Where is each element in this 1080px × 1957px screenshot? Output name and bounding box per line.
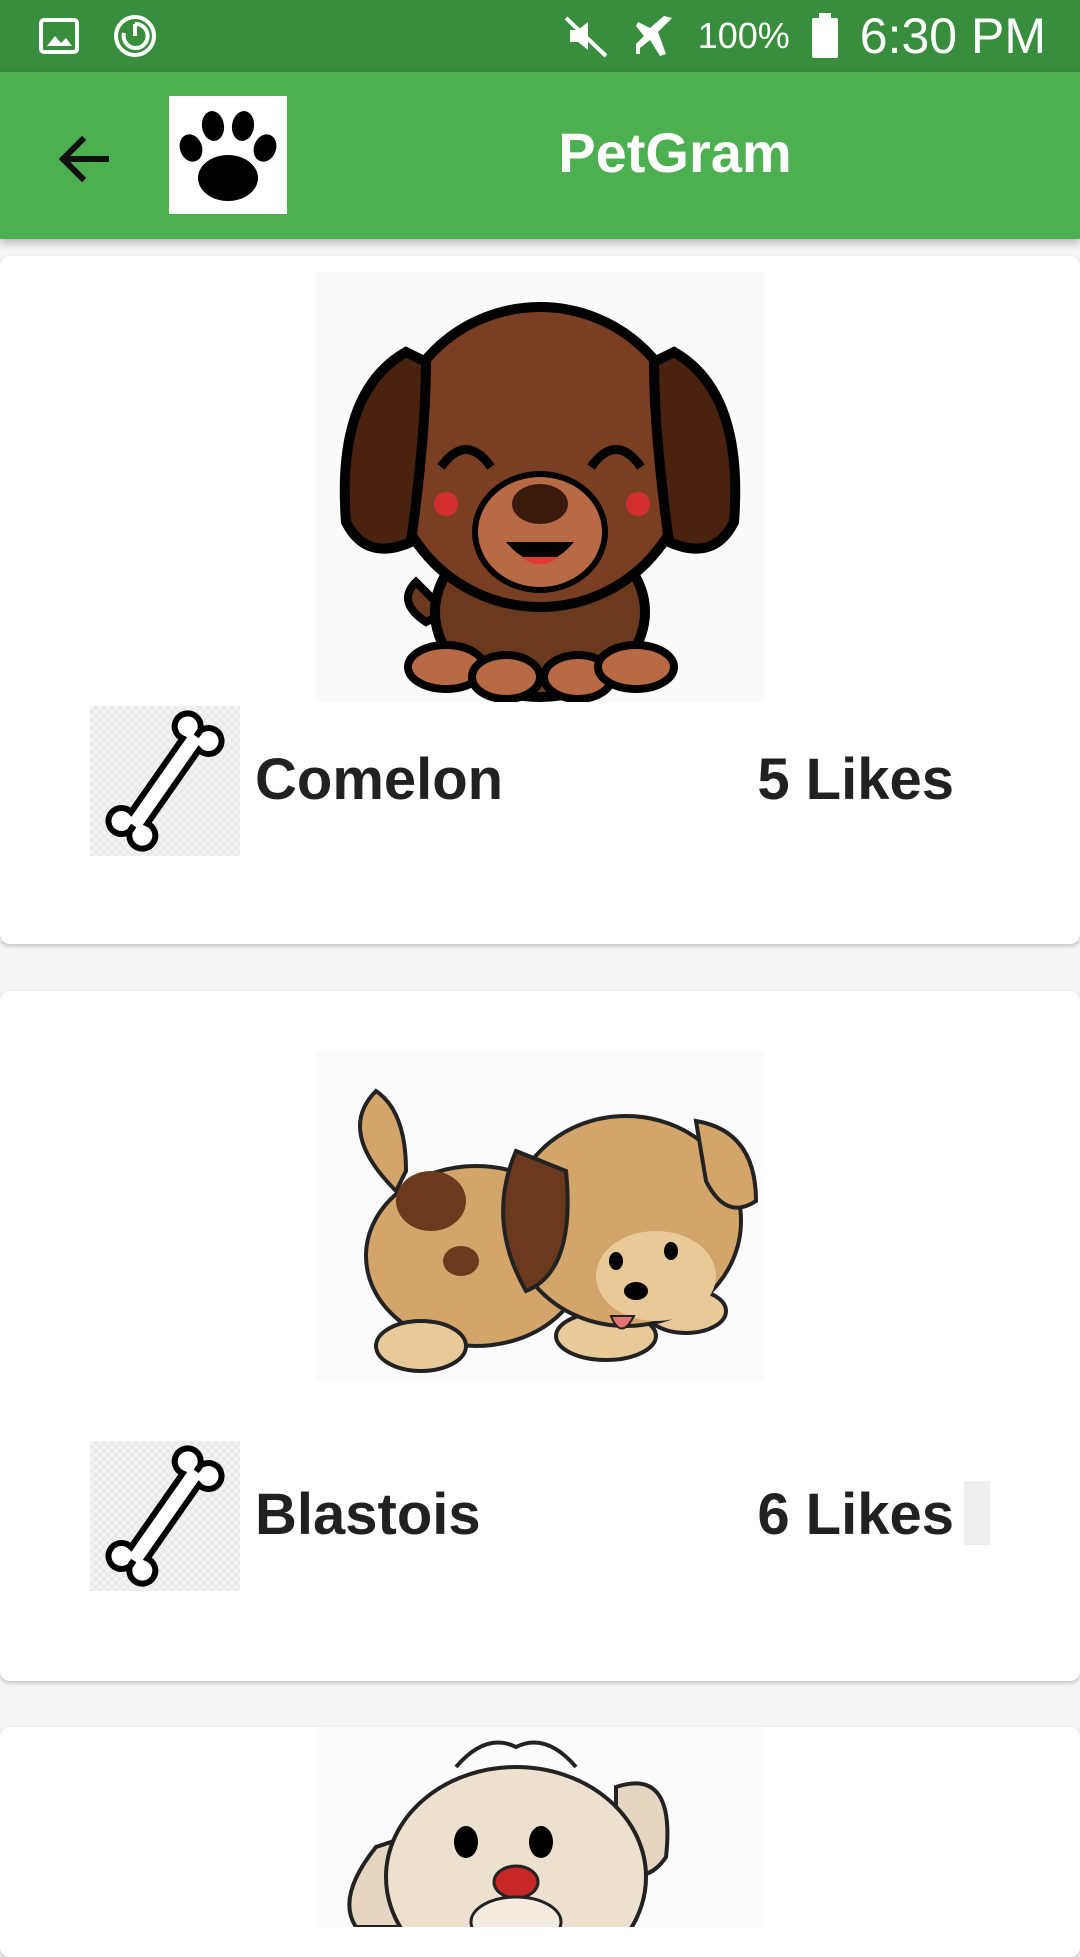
bone-icon xyxy=(105,1445,225,1587)
pet-card: Blastois 6 Likes xyxy=(0,991,1080,1681)
pet-name: Comelon xyxy=(255,747,504,812)
airplane-icon xyxy=(635,16,672,56)
pet-card: Comelon 5 Likes xyxy=(0,256,1080,944)
status-time: 6:30 PM xyxy=(859,8,1046,64)
like-button[interactable] xyxy=(90,706,240,856)
fluffy-puppy-image xyxy=(316,1727,764,1927)
back-button[interactable] xyxy=(50,124,120,194)
pet-info-row: Blastois 6 Likes xyxy=(90,1441,990,1591)
paw-icon xyxy=(179,111,277,201)
likes-indicator xyxy=(964,1481,990,1545)
status-bar: 100% 6:30 PM xyxy=(0,0,1080,72)
app-bar: PetGram xyxy=(0,72,1080,239)
battery-icon xyxy=(811,13,838,58)
status-right: 100% 6:30 PM xyxy=(562,0,1046,72)
like-button[interactable] xyxy=(90,1441,240,1591)
spotted-puppy-image xyxy=(316,1051,764,1381)
pet-name: Blastois xyxy=(255,1482,481,1547)
back-arrow-icon xyxy=(58,135,109,183)
likes-count: 5 Likes xyxy=(757,747,954,812)
likes-count: 6 Likes xyxy=(757,1482,954,1547)
mute-icon xyxy=(564,16,608,58)
image-icon xyxy=(39,18,79,54)
bone-icon xyxy=(105,710,225,852)
app-logo xyxy=(169,96,287,214)
pet-info-row: Comelon 5 Likes xyxy=(90,706,990,856)
sync-icon xyxy=(114,15,156,57)
brown-puppy-image xyxy=(316,272,764,702)
battery-percent: 100% xyxy=(697,15,790,56)
app-title: PetGram xyxy=(558,121,792,184)
pet-card xyxy=(0,1727,1080,1957)
status-left-icons xyxy=(38,12,158,60)
